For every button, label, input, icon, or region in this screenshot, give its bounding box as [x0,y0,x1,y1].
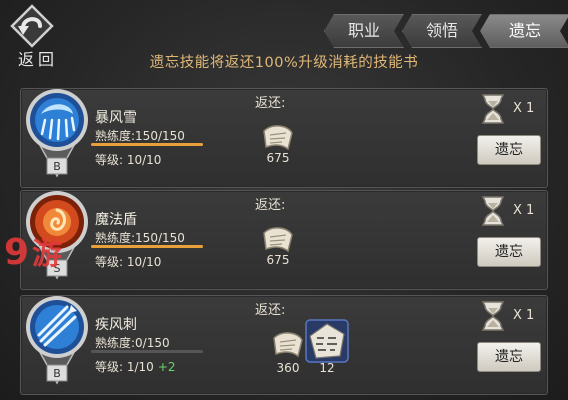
skill-name: 疾风刺 [95,317,137,333]
return-count: 12 [319,361,335,375]
tab-forget[interactable]: 遗忘 [480,14,568,48]
svg-text:游: 游 [32,237,62,272]
return-label: 返还: [255,303,286,318]
hourglass-icon [481,94,505,124]
return-label: 返还: [255,198,286,213]
return-count: 360 [276,361,300,375]
skill-level: 等级: 1/10 +2 [95,360,176,374]
scroll-book-icon [273,332,303,358]
return-count: 675 [266,151,290,165]
hourglass-icon [481,196,505,226]
rune-tome-icon [305,319,349,363]
blizzard-skill-icon: B [26,89,88,178]
tab-profession[interactable]: 职业 [324,14,404,48]
return-label: 返还: [255,96,286,111]
forget-button[interactable]: 遗忘 [477,342,541,372]
back-arrow-icon [10,4,54,48]
forget-button[interactable]: 遗忘 [477,135,541,165]
return-count: 675 [266,253,290,267]
mastery-text: 熟练度:150/150 [95,129,185,143]
gale-thrust-skill-icon: B [26,296,88,385]
skill-level: 等级: 10/10 [95,153,162,167]
tab-comprehend[interactable]: 领悟 [402,14,482,48]
skill-name: 魔法盾 [95,212,137,228]
forget-notice: 遗忘技能将返还100%升级消耗的技能书 [149,55,419,71]
watermark-logo: 9 游 [4,232,62,273]
skill-card: B 疾风刺 熟练度:0/150 等级: 1/10 +2 返还: 360 12 X … [20,295,548,395]
forget-button[interactable]: 遗忘 [477,237,541,267]
hourglass-count: X 1 [513,101,535,116]
hourglass-count: X 1 [513,308,535,323]
level-bonus: +2 [157,360,176,374]
skill-grade-badge: B [53,160,61,173]
skill-card: B 暴风雪 熟练度:150/150 等级: 10/10 返还: 675 X 1 … [20,88,548,188]
skill-grade-badge: B [53,367,61,380]
skill-name: 暴风雪 [95,110,137,126]
hourglass-icon [481,301,505,331]
hourglass-count: X 1 [513,203,535,218]
svg-text:9: 9 [4,232,29,273]
mastery-bar [91,143,203,146]
mastery-text: 熟练度:0/150 [95,336,170,350]
mastery-bar [91,350,203,353]
